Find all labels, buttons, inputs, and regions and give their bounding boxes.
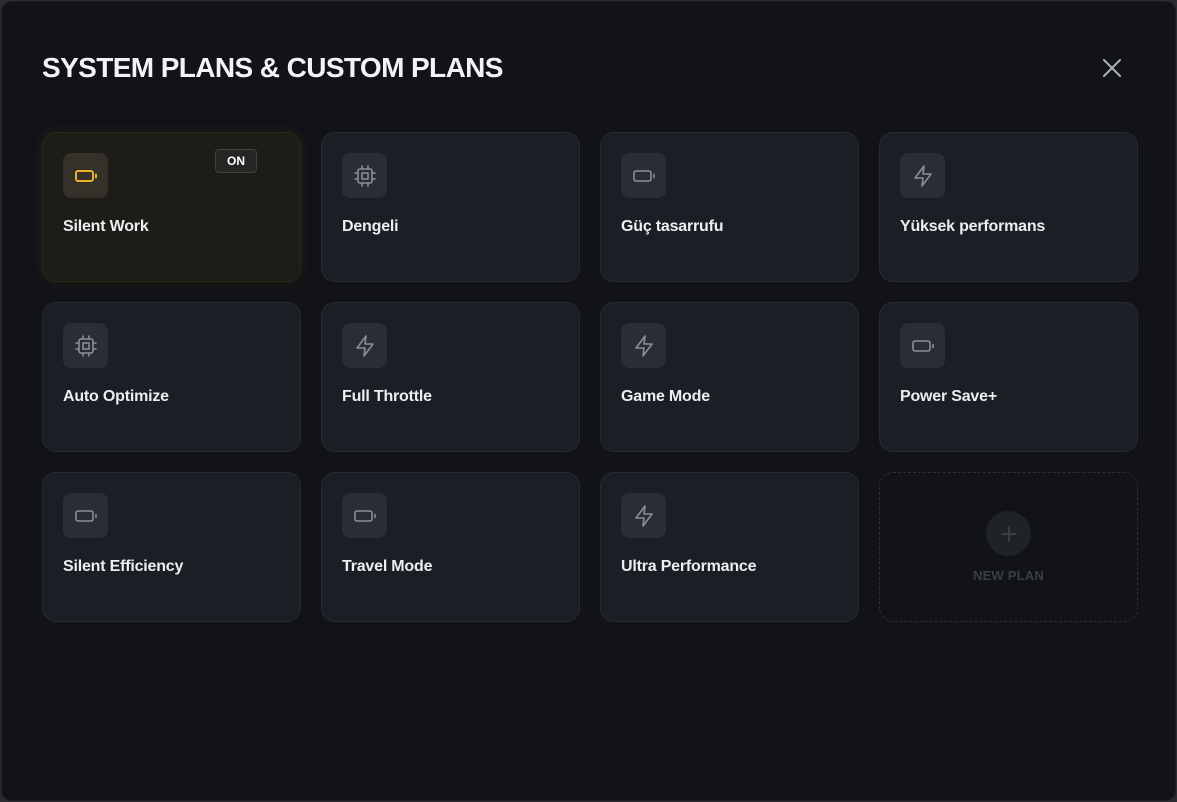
plan-card-full-throttle[interactable]: Full Throttle (321, 302, 580, 452)
plan-card-travel-mode[interactable]: Travel Mode (321, 472, 580, 622)
plan-label: Auto Optimize (63, 388, 169, 405)
lightning-icon (621, 493, 666, 538)
lightning-icon (342, 323, 387, 368)
plan-card-guc-tasarrufu[interactable]: Güç tasarrufu (600, 132, 859, 282)
plan-label: Game Mode (621, 388, 710, 405)
battery-icon (63, 493, 108, 538)
plan-label: Silent Efficiency (63, 558, 184, 575)
plan-card-power-save-plus[interactable]: Power Save+ (879, 302, 1138, 452)
plan-card-game-mode[interactable]: Game Mode (600, 302, 859, 452)
plan-card-yuksek-performans[interactable]: Yüksek performans (879, 132, 1138, 282)
close-icon[interactable] (1101, 57, 1123, 79)
plan-card-auto-optimize[interactable]: Auto Optimize (42, 302, 301, 452)
plan-card-dengeli[interactable]: Dengeli (321, 132, 580, 282)
plan-label: Travel Mode (342, 558, 433, 575)
plan-label: Ultra Performance (621, 558, 757, 575)
plans-grid: ON Silent Work Dengeli Güç tasarrufu Yük… (42, 132, 1138, 622)
lightning-icon (900, 153, 945, 198)
new-plan-button[interactable]: NEW PLAN (879, 472, 1138, 622)
plan-card-silent-efficiency[interactable]: Silent Efficiency (42, 472, 301, 622)
plan-label: Full Throttle (342, 388, 432, 405)
cpu-icon (63, 323, 108, 368)
lightning-icon (621, 323, 666, 368)
plan-label: Dengeli (342, 218, 399, 235)
plan-label: Power Save+ (900, 388, 997, 405)
close-button[interactable] (1096, 52, 1128, 84)
plan-card-silent-work[interactable]: ON Silent Work (42, 132, 301, 282)
cpu-icon (342, 153, 387, 198)
plan-label: Yüksek performans (900, 218, 1046, 235)
battery-icon (621, 153, 666, 198)
plans-modal: SYSTEM PLANS & CUSTOM PLANS ON Silent Wo… (1, 1, 1176, 801)
plan-label: Güç tasarrufu (621, 218, 724, 235)
new-plan-label: NEW PLAN (973, 568, 1044, 583)
battery-icon (63, 153, 108, 198)
plan-label: Silent Work (63, 218, 149, 235)
status-badge: ON (215, 149, 257, 173)
page-title: SYSTEM PLANS & CUSTOM PLANS (42, 52, 503, 83)
battery-icon (342, 493, 387, 538)
battery-icon (900, 323, 945, 368)
plus-icon (986, 511, 1031, 556)
plan-card-ultra-performance[interactable]: Ultra Performance (600, 472, 859, 622)
